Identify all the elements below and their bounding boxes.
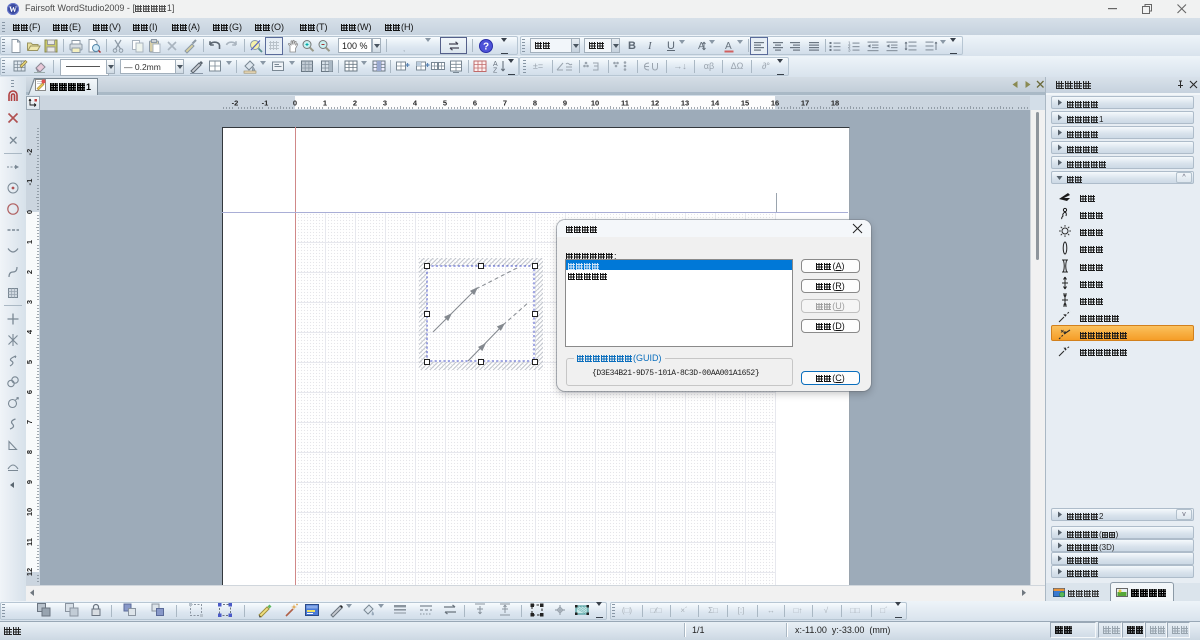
svg-text:3: 3 [26, 300, 34, 304]
svg-text:4: 4 [26, 329, 34, 334]
svg-text:10: 10 [591, 99, 599, 108]
svg-text:?: ? [483, 42, 489, 53]
svg-text:18: 18 [831, 99, 839, 108]
svg-text:16: 16 [771, 99, 779, 108]
svg-text:8: 8 [26, 450, 34, 454]
svg-text:-1: -1 [26, 179, 34, 186]
svg-text:A: A [725, 41, 732, 52]
svg-text:3: 3 [383, 99, 387, 108]
svg-text:4: 4 [413, 99, 418, 108]
svg-text:5: 5 [26, 360, 34, 364]
svg-text:2: 2 [353, 99, 357, 108]
svg-text:3: 3 [848, 48, 851, 53]
svg-text:W: W [9, 5, 17, 14]
svg-text:17: 17 [801, 99, 809, 108]
svg-text:-2: -2 [26, 149, 34, 156]
svg-text:8: 8 [533, 99, 537, 108]
svg-text:11: 11 [26, 538, 34, 546]
svg-text:11: 11 [621, 99, 629, 108]
svg-text:-1: -1 [262, 99, 269, 108]
svg-text:5: 5 [443, 99, 447, 108]
svg-text:10: 10 [26, 508, 34, 516]
svg-text:7: 7 [503, 99, 507, 108]
svg-text:9: 9 [26, 480, 34, 484]
svg-text:12: 12 [26, 568, 34, 576]
svg-text:13: 13 [681, 99, 689, 108]
svg-text:6: 6 [26, 390, 34, 394]
svg-text:7: 7 [26, 420, 34, 424]
svg-text:Z: Z [493, 68, 498, 75]
svg-text:12: 12 [651, 99, 659, 108]
svg-text:14: 14 [711, 99, 720, 108]
svg-text:1: 1 [26, 240, 34, 244]
svg-text:-2: -2 [232, 99, 239, 108]
svg-text:9: 9 [563, 99, 567, 108]
svg-text:1: 1 [323, 99, 327, 108]
svg-text:15: 15 [741, 99, 749, 108]
svg-text:6: 6 [473, 99, 477, 108]
svg-text:0: 0 [293, 99, 297, 108]
svg-text:2: 2 [26, 270, 34, 274]
svg-text:0: 0 [26, 210, 34, 214]
